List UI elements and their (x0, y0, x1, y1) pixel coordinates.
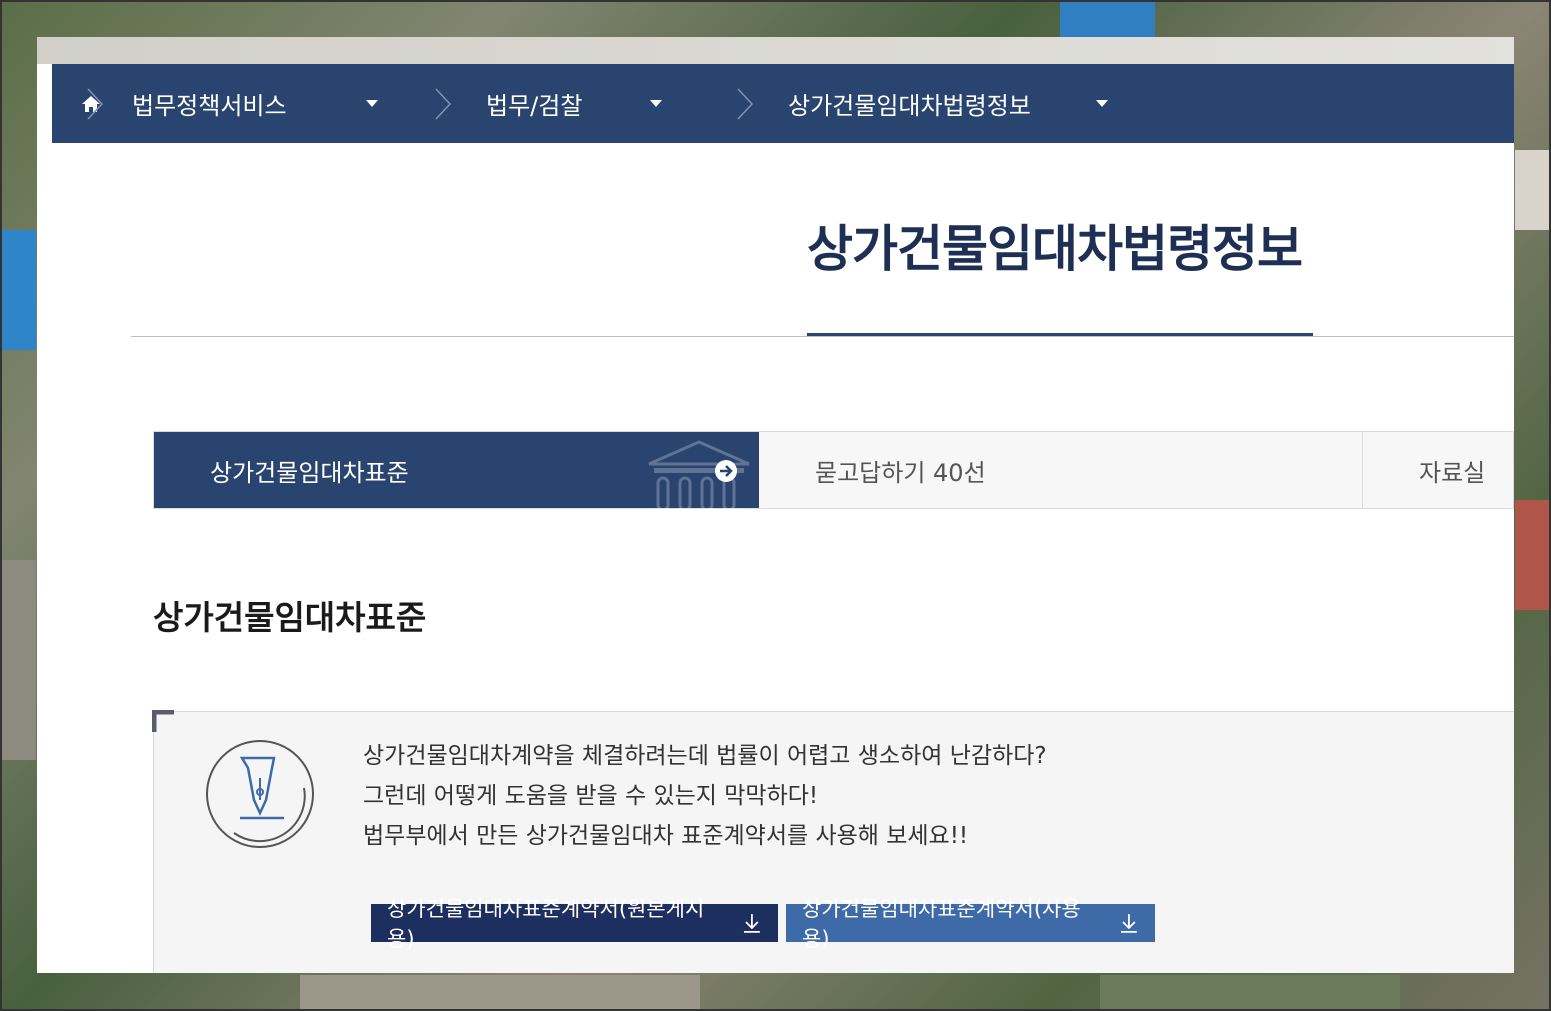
download-original-label: 상가건물임대차표준계약서(원본게시용) (387, 897, 705, 951)
download-icon (1121, 914, 1138, 933)
tab-label: 자료실 (1419, 458, 1486, 487)
download-buttons: 상가건물임대차표준계약서(원본게시용) 상가건물임대차표준계약서(사용용) (371, 897, 1155, 951)
tab-bar: 상가건물임대차표준 묻고답하기 40선 자료실 (153, 431, 1514, 510)
tab-label: 상가건물임대차표준 (210, 458, 409, 487)
breadcrumb-item-label: 법무/검찰 (486, 92, 583, 120)
title-accent-bar (807, 333, 1313, 336)
tab-qa-40[interactable]: 묻고답하기 40선 (759, 432, 1363, 508)
top-strip (37, 37, 1514, 64)
breadcrumb: 법무정책서비스 법무/검찰 상가건물임대차법령정보 (52, 64, 1514, 143)
download-use-label: 상가건물임대차표준계약서(사용용) (802, 897, 1081, 951)
breadcrumb-item-legal-policy[interactable]: 법무정책서비스 (104, 64, 434, 143)
breadcrumb-item-commercial-lease[interactable]: 상가건물임대차법령정보 (754, 64, 1168, 143)
breadcrumb-item-label: 법무정책서비스 (132, 92, 287, 120)
caret-down-icon (366, 100, 378, 107)
chevron-right-icon (435, 87, 452, 120)
info-text: 상가건물임대차계약을 체결하려는데 법률이 어렵고 생소하여 난감하다? 그런데… (363, 736, 1047, 856)
section-title: 상가건물임대차표준 (153, 598, 427, 637)
download-use-button[interactable]: 상가건물임대차표준계약서(사용용) (786, 897, 1155, 951)
arrow-right-circle-icon (715, 460, 737, 482)
tab-label: 묻고답하기 40선 (815, 458, 986, 487)
fountain-pen-icon (206, 740, 314, 848)
chevron-right-icon (737, 87, 754, 120)
info-line: 그런데 어떻게 도움을 받을 수 있는지 막막하다! (363, 783, 819, 809)
caret-down-icon (1096, 100, 1108, 107)
download-original-button[interactable]: 상가건물임대차표준계약서(원본게시용) (371, 897, 778, 951)
content-panel: 법무정책서비스 법무/검찰 상가건물임대차법령정보 상가건물임대차법령정보 상가… (37, 37, 1514, 973)
info-box: 상가건물임대차계약을 체결하려는데 법률이 어렵고 생소하여 난감하다? 그런데… (152, 710, 1514, 973)
info-line: 법무부에서 만든 상가건물임대차 표준계약서를 사용해 보세요!! (363, 823, 969, 849)
tab-standard[interactable]: 상가건물임대차표준 (154, 432, 759, 510)
caret-down-icon (650, 100, 662, 107)
title-divider (131, 336, 1514, 337)
tab-archive[interactable]: 자료실 (1363, 432, 1513, 508)
page-title: 상가건물임대차법령정보 (807, 220, 1303, 278)
chevron-right-icon (87, 87, 104, 120)
corner-bracket-icon (152, 710, 174, 732)
info-line: 상가건물임대차계약을 체결하려는데 법률이 어렵고 생소하여 난감하다? (363, 743, 1047, 769)
breadcrumb-item-label: 상가건물임대차법령정보 (788, 92, 1031, 120)
download-icon (744, 914, 761, 933)
breadcrumb-item-prosecution[interactable]: 법무/검찰 (452, 64, 736, 143)
